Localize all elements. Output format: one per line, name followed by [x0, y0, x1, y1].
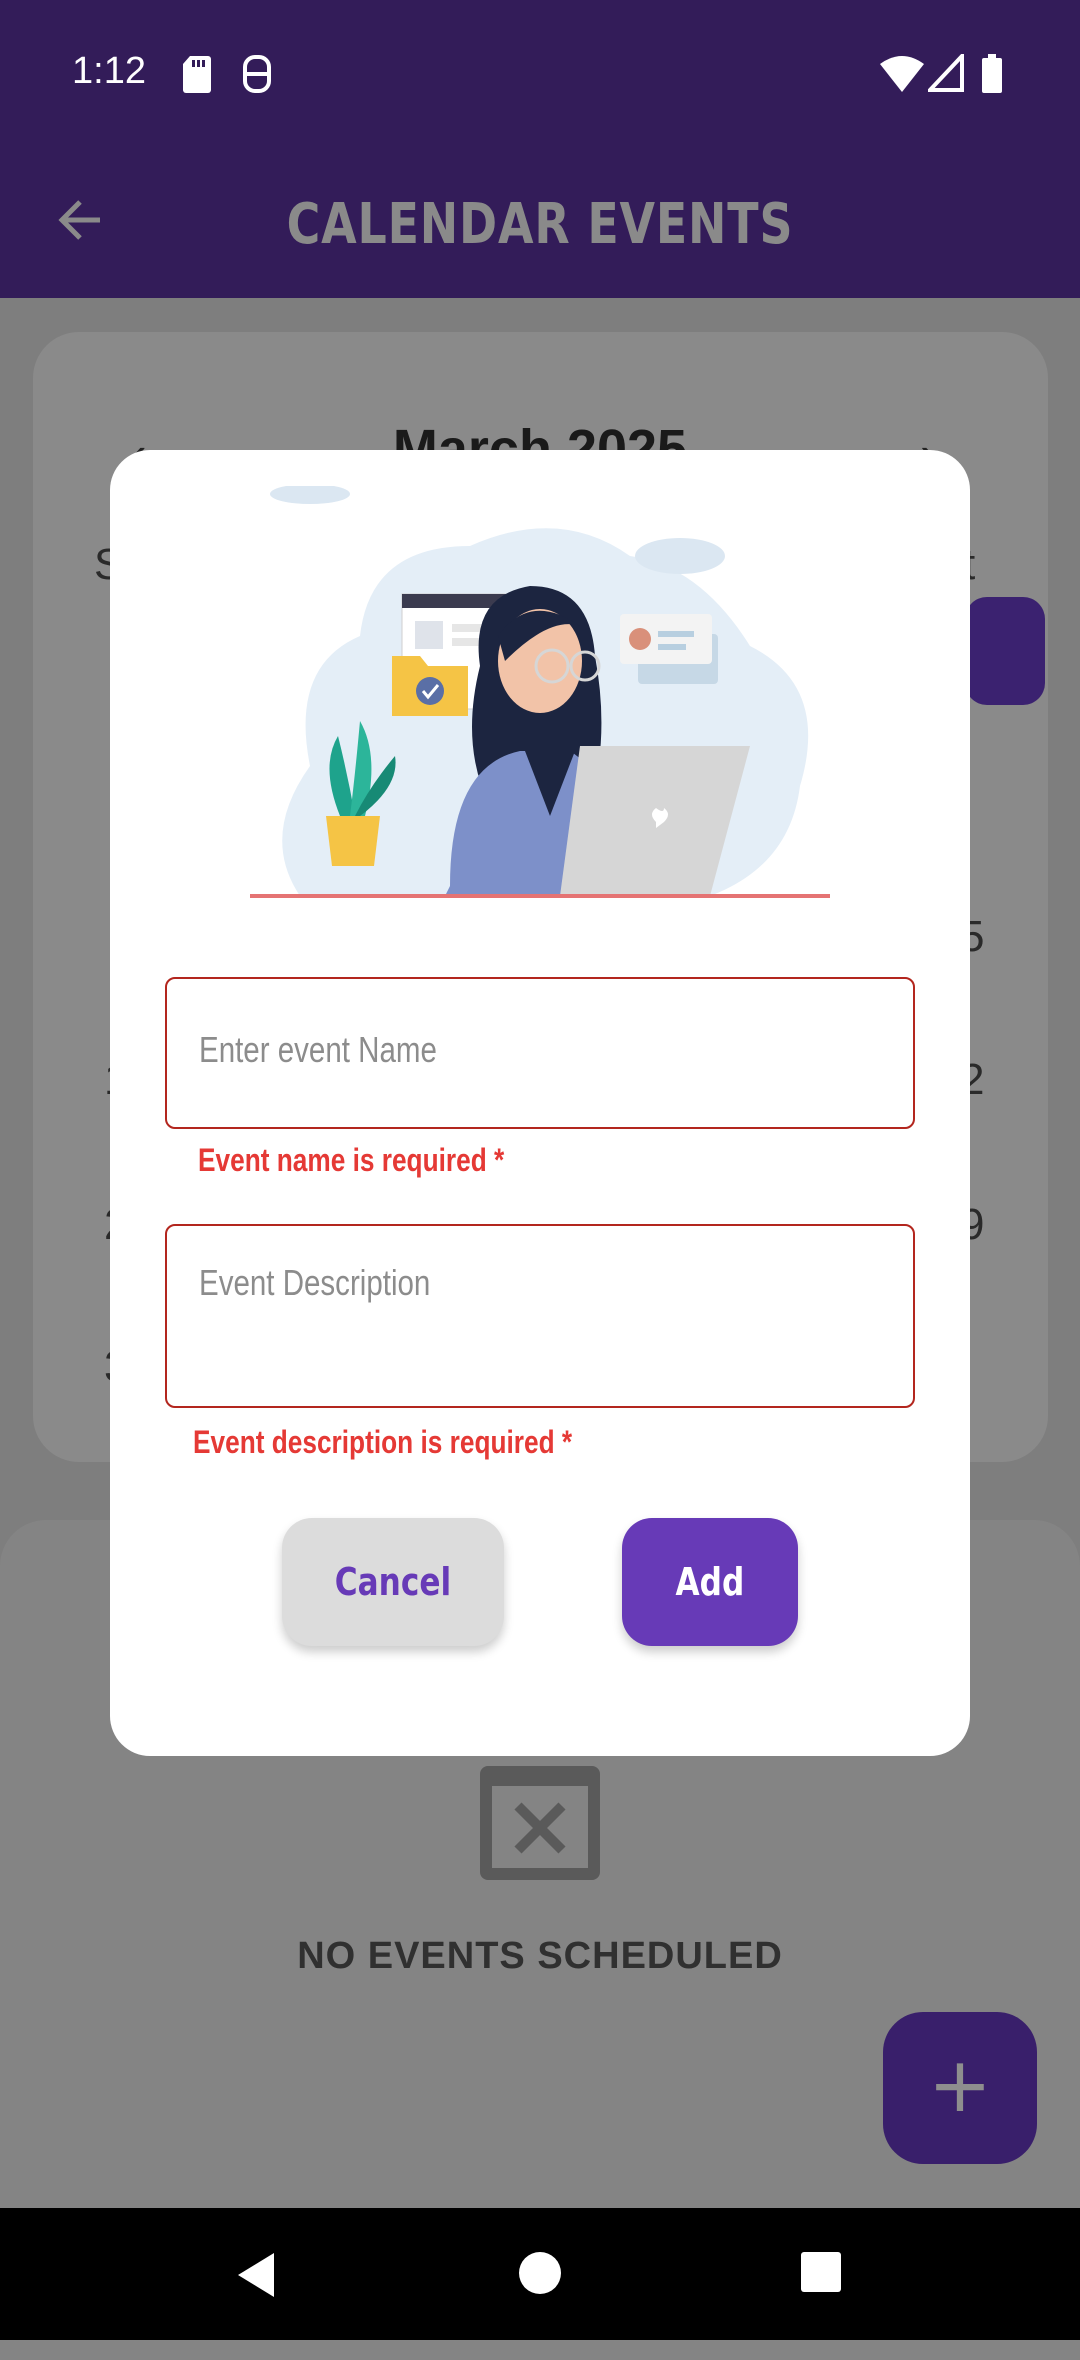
wifi-icon [880, 56, 924, 92]
event-name-placeholder: Enter event Name [199, 1029, 437, 1070]
cancel-button[interactable]: Cancel [282, 1518, 504, 1646]
status-time: 1:12 [72, 50, 146, 92]
office-illustration [250, 486, 830, 898]
signal-icon [928, 54, 964, 92]
nav-back-icon[interactable] [234, 2251, 278, 2299]
add-event-dialog: Enter event Name Event name is required … [110, 450, 970, 1756]
nav-home-icon[interactable] [518, 2251, 562, 2295]
cancel-button-label: Cancel [334, 1560, 452, 1604]
add-button-label: Add [675, 1560, 745, 1604]
nav-recents-icon[interactable] [800, 2251, 842, 2293]
event-description-placeholder: Event Description [199, 1262, 431, 1303]
hanger-icon [243, 55, 271, 93]
status-bar: 1:12 [0, 0, 1080, 150]
plus-icon: + [928, 2040, 992, 2129]
event-name-error: Event name is required * [198, 1142, 505, 1178]
battery-icon [982, 54, 1002, 93]
app-bar: CALENDAR EVENTS [0, 150, 1080, 298]
system-nav-bar [0, 2208, 1080, 2340]
empty-events-text: NO EVENTS SCHEDULED [297, 1935, 783, 1977]
event-description-field[interactable]: Event Description [165, 1224, 915, 1408]
add-button[interactable]: Add [622, 1518, 798, 1646]
event-name-field[interactable]: Enter event Name [165, 977, 915, 1129]
sd-card-icon [183, 56, 211, 93]
add-event-fab[interactable]: + [883, 2012, 1037, 2164]
page-title: CALENDAR EVENTS [286, 192, 794, 257]
calendar-x-icon [480, 1766, 600, 1880]
event-description-error: Event description is required * [193, 1424, 573, 1460]
selected-day-highlight [965, 597, 1045, 705]
